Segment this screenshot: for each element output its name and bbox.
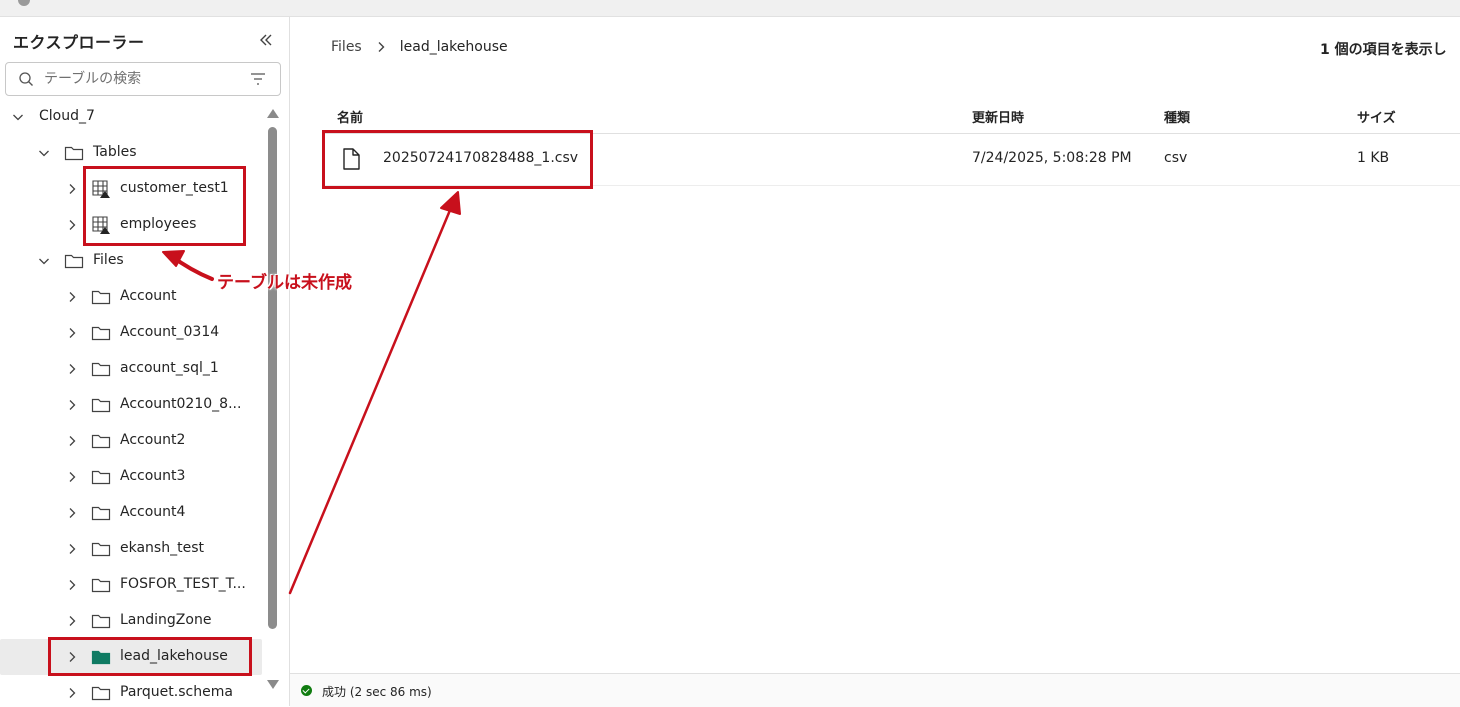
chevron-down-icon[interactable] — [37, 254, 51, 268]
tree-node-label: ekansh_test — [120, 540, 204, 556]
tree-node-folder[interactable]: Account0210_8... — [0, 387, 262, 423]
file-modified: 7/24/2025, 5:08:28 PM — [972, 150, 1132, 166]
chevron-down-icon[interactable] — [11, 110, 25, 124]
breadcrumb-current: lead_lakehouse — [399, 39, 508, 55]
tree-scrollbar[interactable] — [266, 105, 279, 697]
tree-node-folder[interactable]: Account_0314 — [0, 315, 262, 351]
annotation-label: テーブルは未作成 — [217, 273, 352, 293]
folder-icon — [91, 578, 111, 593]
table-search-input[interactable] — [44, 69, 240, 89]
chevron-right-icon[interactable] — [65, 290, 79, 304]
tree-node-folder[interactable]: Parquet.schema — [0, 675, 262, 706]
chevron-right-icon[interactable] — [65, 398, 79, 412]
search-icon — [19, 72, 33, 86]
column-header-modified[interactable]: 更新日時 — [972, 107, 1024, 126]
chevron-right-icon[interactable] — [65, 362, 79, 376]
tree-node-label: Account — [120, 288, 177, 304]
status-bar: 成功 (2 sec 86 ms) — [290, 673, 1460, 707]
tree-node-label: Account_0314 — [120, 324, 220, 340]
tree-node-folder[interactable]: ekansh_test — [0, 531, 262, 567]
tree-node-folder[interactable]: LandingZone — [0, 603, 262, 639]
tree-node-label: LandingZone — [120, 612, 212, 628]
folder-icon — [91, 362, 111, 377]
tree-node-label: FOSFOR_TEST_T... — [120, 576, 246, 592]
tree-node-label: Tables — [93, 144, 137, 160]
chevron-right-icon[interactable] — [65, 614, 79, 628]
chevron-right-icon[interactable] — [65, 578, 79, 592]
chevron-right-icon[interactable] — [65, 470, 79, 484]
window-top-bar — [0, 0, 1460, 17]
explorer-title: エクスプローラー — [13, 33, 145, 52]
folder-icon — [91, 614, 111, 629]
folder-icon — [91, 506, 111, 521]
breadcrumb: Files lead_lakehouse — [331, 39, 508, 55]
item-count: 1 個の項目を表示し — [1320, 42, 1447, 58]
tree-node-folder[interactable]: FOSFOR_TEST_T... — [0, 567, 262, 603]
chevron-right-icon[interactable] — [65, 218, 79, 232]
success-check-icon — [301, 685, 312, 696]
file-type: csv — [1164, 150, 1188, 166]
tree-node-label: Cloud_7 — [39, 108, 95, 124]
tree-node-label: Parquet.schema — [120, 684, 233, 700]
tree-node-folder[interactable]: account_sql_1 — [0, 351, 262, 387]
folder-icon — [91, 470, 111, 485]
filter-icon[interactable] — [249, 71, 267, 87]
scroll-up-icon[interactable] — [267, 109, 279, 118]
breadcrumb-files-link[interactable]: Files — [331, 39, 362, 55]
tree-node-label: Account0210_8... — [120, 396, 242, 412]
tree-node-label: account_sql_1 — [120, 360, 219, 376]
chevron-right-icon[interactable] — [65, 506, 79, 520]
chevron-right-icon[interactable] — [65, 542, 79, 556]
folder-icon — [91, 686, 111, 701]
tree-node-label: Account4 — [120, 504, 186, 520]
tree-node-folder[interactable]: Account2 — [0, 423, 262, 459]
chevron-right-icon[interactable] — [65, 434, 79, 448]
folder-icon — [64, 146, 84, 161]
tree-node-label: Account2 — [120, 432, 186, 448]
explorer-panel: エクスプローラー Cloud_7 Tables customer_test1 — [0, 17, 290, 706]
scrollbar-thumb[interactable] — [268, 127, 277, 629]
chevron-right-icon — [378, 42, 385, 52]
tree-node-label: Account3 — [120, 468, 186, 484]
column-header-size[interactable]: サイズ — [1357, 107, 1396, 126]
scroll-down-icon[interactable] — [267, 680, 279, 689]
chevron-down-icon[interactable] — [37, 146, 51, 160]
tree-node-folder[interactable]: Account4 — [0, 495, 262, 531]
folder-icon — [91, 434, 111, 449]
file-size: 1 KB — [1357, 150, 1390, 166]
column-header-name[interactable]: 名前 — [337, 107, 363, 126]
window-control-icon[interactable] — [18, 0, 30, 6]
tree-node-label: Files — [93, 252, 124, 268]
folder-icon — [64, 254, 84, 269]
folder-icon — [91, 398, 111, 413]
chevron-right-icon[interactable] — [65, 326, 79, 340]
annotation-box-tables — [83, 166, 246, 246]
tree-node-root[interactable]: Cloud_7 — [0, 99, 262, 135]
status-text: 成功 (2 sec 86 ms) — [322, 685, 432, 699]
folder-icon — [91, 542, 111, 557]
chevron-right-icon[interactable] — [65, 182, 79, 196]
folder-icon — [91, 290, 111, 305]
collapse-panel-icon[interactable] — [254, 29, 276, 51]
folder-icon — [91, 326, 111, 341]
column-header-type[interactable]: 種類 — [1164, 107, 1190, 126]
chevron-right-icon[interactable] — [65, 686, 79, 700]
file-list-panel: Files lead_lakehouse 1 個の項目を表示し 名前 更新日時 … — [290, 17, 1460, 673]
tree-node-folder[interactable]: Account3 — [0, 459, 262, 495]
table-search-box[interactable] — [5, 62, 281, 96]
annotation-box-file — [322, 130, 593, 189]
annotation-box-selected-folder — [48, 637, 252, 676]
